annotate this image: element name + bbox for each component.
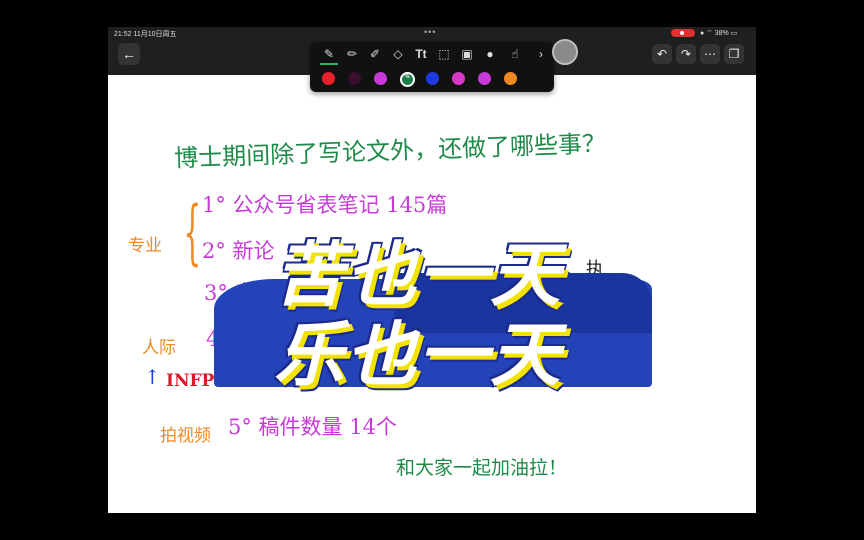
recording-indicator-icon [671, 29, 695, 37]
drawing-toolbar: ✎ ✏ ✐ ◇ Tt ⬚ ▣ ● ☝ › [310, 42, 554, 92]
redo-button[interactable]: ↷ [676, 44, 696, 64]
color-magenta[interactable] [374, 72, 387, 85]
toolbar-drag-handle[interactable] [552, 39, 578, 65]
back-button[interactable]: ← [118, 43, 140, 65]
color-blue[interactable] [426, 72, 439, 85]
mic-icon[interactable]: ● [481, 45, 499, 63]
multitask-dots-icon[interactable]: ••• [424, 27, 436, 37]
text-tool-icon[interactable]: Tt [412, 45, 430, 63]
overlay-banner: 苦也一天 乐也一天 [214, 221, 652, 396]
color-orange[interactable] [504, 72, 517, 85]
note-infp: INFP [166, 371, 215, 391]
color-dark-purple[interactable] [348, 72, 361, 85]
color-violet[interactable] [478, 72, 491, 85]
battery-status: ● ⌔ 38% ▭ [700, 30, 738, 37]
color-red[interactable] [322, 72, 335, 85]
pages-button[interactable]: ❐ [724, 44, 744, 64]
side-label-video: 拍视频 [160, 426, 211, 446]
brace-icon: { [183, 191, 202, 273]
arrow-up-icon: ↑ [144, 365, 161, 389]
note-item-5: 5° 稿件数量 14个 [228, 415, 397, 439]
eraser-icon[interactable]: ◇ [389, 45, 407, 63]
pen-icon[interactable]: ✎ [320, 45, 338, 65]
hand-icon[interactable]: ☝ [506, 45, 524, 63]
note-closing: 和大家一起加油拉！ [396, 457, 568, 479]
status-time: 21:52 11月10日周五 [114, 31, 177, 38]
side-label-zhuanye: 专业 [128, 236, 162, 256]
banner-line-2: 乐也一天 [274, 314, 562, 396]
highlighter-icon[interactable]: ✐ [366, 45, 384, 63]
note-title: 博士期间除了写论文外，还做了哪些事？ [173, 129, 607, 173]
side-label-renji: 人际 [142, 338, 176, 358]
undo-button[interactable]: ↶ [652, 44, 672, 64]
battery-percent: 38% [714, 30, 729, 37]
image-icon[interactable]: ▣ [458, 45, 476, 63]
app-screen: 21:52 11月10日周五 ••• ● ⌔ 38% ▭ ← ↶ ↷ ⋯ ❐ ✎… [108, 27, 756, 513]
color-green-selected[interactable] [400, 71, 415, 87]
color-pink[interactable] [452, 72, 465, 85]
lasso-icon[interactable]: ⬚ [435, 45, 453, 63]
chevron-right-icon[interactable]: › [532, 45, 550, 63]
more-button[interactable]: ⋯ [700, 44, 720, 64]
pencil-icon[interactable]: ✏ [343, 45, 361, 63]
status-bar: 21:52 11月10日周五 ••• ● ⌔ 38% ▭ [108, 27, 756, 39]
note-item-1: 1° 公众号省表笔记 145篇 [202, 193, 448, 217]
